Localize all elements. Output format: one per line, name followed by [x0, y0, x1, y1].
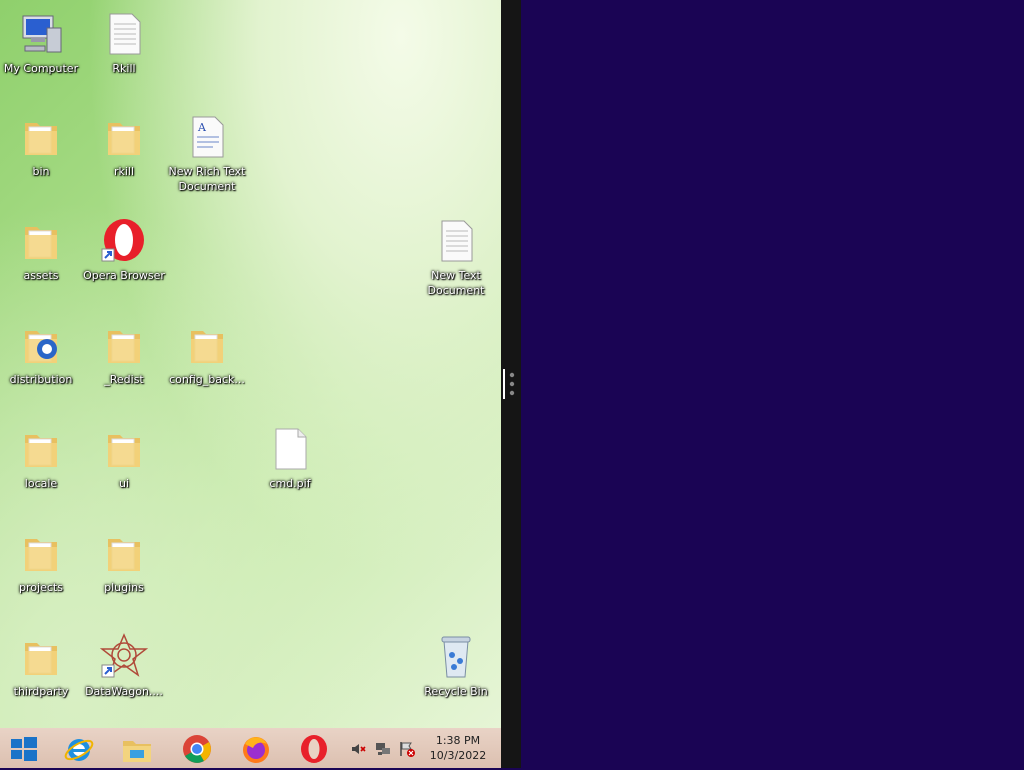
rich-text-file-icon: A [183, 113, 231, 161]
folder-icon [100, 425, 148, 473]
desktop-icon-new-text[interactable]: New Text Document [414, 217, 498, 298]
icon-label: Rkill [112, 62, 136, 75]
desktop-icon-plugins[interactable]: plugins [82, 529, 166, 595]
taskbar-internet-explorer[interactable] [62, 732, 96, 766]
icon-label: New Rich Text Document [168, 165, 246, 193]
icon-label: projects [19, 581, 63, 594]
taskbar-opera[interactable] [297, 732, 331, 766]
right-app-pane[interactable] [521, 0, 1024, 768]
folder-icon [17, 113, 65, 161]
desktop-icon-cmd-pif[interactable]: cmd.pif [248, 425, 332, 491]
file-explorer-icon [123, 741, 151, 762]
desktop-icon-bin[interactable]: bin [0, 113, 83, 179]
folder-icon [17, 321, 65, 369]
icon-label: DataWagon.... [85, 685, 163, 698]
desktop-icon-datawagon[interactable]: DataWagon.... [82, 633, 166, 699]
icon-label: locale [24, 477, 58, 490]
splitter-grip-handle[interactable] [503, 369, 517, 399]
desktop-icon-redist[interactable]: _Redist [82, 321, 166, 387]
desktop-icon-ui[interactable]: ui [82, 425, 166, 491]
desktop-icon-locale[interactable]: locale [0, 425, 83, 491]
computer-icon [17, 10, 65, 58]
volume-muted-icon[interactable] [350, 740, 368, 758]
icon-label: config_back... [169, 373, 245, 386]
icon-label: plugins [104, 581, 144, 594]
icon-label: My Computer [3, 62, 79, 75]
icon-label: Opera Browser [83, 269, 165, 282]
text-file-icon [432, 217, 480, 265]
folder-icon [100, 529, 148, 577]
icon-label: distribution [9, 373, 73, 386]
opera-icon [301, 735, 327, 763]
icon-label: _Redist [104, 373, 144, 386]
desktop-icon-rkill-folder[interactable]: rkill [82, 113, 166, 179]
taskbar-chrome[interactable] [180, 732, 214, 766]
folder-icon [17, 529, 65, 577]
blank-file-icon [266, 425, 314, 473]
recycle-bin-icon [432, 633, 480, 681]
folder-icon [17, 633, 65, 681]
desktop-icon-my-computer[interactable]: My Computer [0, 10, 83, 76]
chrome-icon [183, 735, 211, 763]
folder-icon [100, 113, 148, 161]
folder-icon [183, 321, 231, 369]
text-file-icon [100, 10, 148, 58]
icon-label: New Text Document [427, 269, 485, 297]
desktop-icon-projects[interactable]: projects [0, 529, 83, 595]
folder-icon [100, 321, 148, 369]
taskbar-file-explorer[interactable] [120, 732, 154, 766]
clock-date: 10/3/2022 [429, 749, 487, 762]
taskbar-clock[interactable]: 1:38 PM 10/3/2022 [420, 733, 496, 763]
datawagon-shortcut-icon [99, 633, 149, 681]
icon-label: Recycle Bin [424, 685, 488, 698]
desktop-icon-config-backup[interactable]: config_back... [165, 321, 249, 387]
clock-time: 1:38 PM [435, 734, 481, 747]
folder-icon [17, 217, 65, 265]
icon-label: cmd.pif [269, 477, 311, 490]
action-center-flag-icon[interactable] [398, 740, 416, 758]
firefox-icon [243, 737, 269, 763]
desktop-icon-recycle-bin[interactable]: Recycle Bin [414, 633, 498, 699]
taskbar-firefox[interactable] [239, 732, 273, 766]
desktop-icon-distribution[interactable]: distribution [0, 321, 83, 387]
desktop-icon-thirdparty[interactable]: thirdparty [0, 633, 83, 699]
windows-start-icon [11, 737, 37, 761]
icon-label: rkill [113, 165, 135, 178]
folder-icon [17, 425, 65, 473]
start-button[interactable] [7, 732, 41, 766]
icon-label: assets [23, 269, 59, 282]
desktop-icon-rkill-file[interactable]: Rkill [82, 10, 166, 76]
svg-text:A: A [197, 121, 207, 134]
desktop-icon-opera[interactable]: Opera Browser [82, 217, 166, 283]
desktop-icon-new-rich-text[interactable]: A New Rich Text Document [165, 113, 249, 194]
icon-label: bin [32, 165, 50, 178]
opera-shortcut-icon [100, 217, 148, 265]
icon-label: thirdparty [13, 685, 69, 698]
network-icon[interactable] [374, 740, 392, 758]
desktop-icon-assets[interactable]: assets [0, 217, 83, 283]
icon-label: ui [118, 477, 130, 490]
internet-explorer-icon [64, 739, 94, 761]
desktop[interactable]: My Computer Rkill bin rkill A New Rich T… [0, 0, 501, 728]
